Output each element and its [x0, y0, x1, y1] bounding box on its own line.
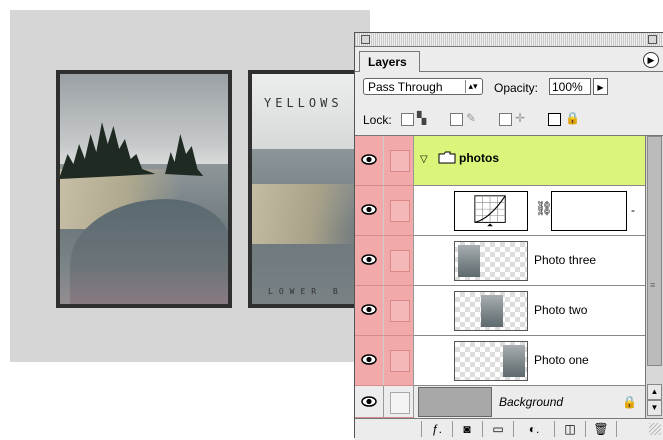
link-toggle[interactable]	[384, 186, 414, 236]
visibility-toggle[interactable]	[355, 336, 384, 386]
blend-controls: Pass Through ▴▾ Opacity: 100% ▶	[355, 73, 663, 103]
eye-icon	[361, 396, 377, 407]
disclosure-triangle-icon[interactable]: ▽	[420, 154, 428, 165]
link-toggle[interactable]	[384, 136, 414, 186]
layer-name: Photo three	[534, 253, 597, 267]
opacity-input[interactable]: 100%	[549, 78, 591, 95]
eye-icon	[361, 254, 377, 265]
eye-icon	[361, 154, 377, 165]
blend-mode-select[interactable]: Pass Through ▴▾	[363, 78, 483, 95]
layer-row[interactable]: Photo two	[414, 286, 645, 336]
select-arrows-icon: ▴▾	[465, 80, 480, 93]
layer-name: Photo two	[534, 303, 588, 317]
panel-tab-row: Layers ▶	[355, 47, 663, 72]
visibility-toggle[interactable]	[355, 186, 384, 236]
visibility-toggle[interactable]	[355, 386, 384, 418]
layer-mask-thumbnail[interactable]	[551, 191, 627, 231]
lock-icon: 🔒	[565, 111, 580, 125]
adjustment-layer-row[interactable]: ⛓ -	[414, 186, 645, 236]
trash-icon[interactable]: 🗑	[586, 421, 617, 437]
add-mask-icon[interactable]: ◙	[452, 421, 483, 437]
scroll-up-icon[interactable]: ▲	[647, 384, 662, 400]
photo-frame-one	[56, 70, 232, 308]
layers-scrollbar[interactable]: ≡ ▲ ▼	[645, 136, 663, 418]
transparency-grid-icon: ▚	[417, 111, 427, 125]
background-layer-name: Background	[499, 395, 564, 409]
layer-group-row[interactable]: ▽ photos	[414, 136, 645, 186]
lock-image-checkbox[interactable]	[450, 113, 463, 126]
brush-icon: ✎	[466, 111, 477, 125]
scroll-thumb[interactable]	[647, 136, 662, 366]
lock-icon: 🔒	[622, 395, 637, 409]
link-toggle[interactable]	[384, 286, 414, 336]
group-name: photos	[459, 151, 499, 165]
lock-label: Lock:	[363, 113, 392, 127]
eye-icon	[361, 204, 377, 215]
lock-transparency-checkbox[interactable]	[401, 113, 414, 126]
opacity-slider-arrow-icon[interactable]: ▶	[593, 78, 608, 95]
layer-thumbnail	[454, 241, 528, 281]
lock-position-checkbox[interactable]	[499, 113, 512, 126]
lock-all-checkbox[interactable]	[548, 113, 561, 126]
visibility-toggle[interactable]	[355, 236, 384, 286]
document-canvas[interactable]: YELLOWS LOWER B	[10, 10, 378, 362]
new-adjustment-layer-icon[interactable]: ◐.	[514, 421, 555, 437]
move-icon: ✛	[515, 111, 526, 125]
layer-row[interactable]: Photo one	[414, 336, 645, 386]
tab-layers[interactable]: Layers	[359, 51, 420, 72]
grip-icon: ≡	[650, 280, 656, 290]
resize-grip-icon[interactable]	[649, 423, 661, 435]
background-thumbnail	[418, 387, 492, 417]
folder-icon	[438, 151, 456, 164]
background-layer-row[interactable]: Background 🔒	[414, 386, 645, 418]
scroll-down-icon[interactable]: ▼	[647, 400, 662, 416]
curves-adjustment-icon	[454, 191, 528, 231]
lock-row: Lock: ▚ ✎ ✛ 🔒	[355, 105, 663, 136]
visibility-toggle[interactable]	[355, 286, 384, 336]
link-toggle[interactable]	[384, 386, 414, 418]
layer-thumbnail	[454, 291, 528, 331]
panel-menu-icon[interactable]: ▶	[643, 52, 659, 68]
new-layer-icon[interactable]: ◫	[555, 421, 586, 437]
photo-caption: YELLOWS	[264, 96, 343, 110]
close-box-icon[interactable]	[361, 35, 370, 44]
blend-mode-value: Pass Through	[368, 80, 443, 94]
visibility-toggle[interactable]	[355, 136, 384, 186]
layers-panel: Layers ▶ Pass Through ▴▾ Opacity: 100% ▶…	[354, 32, 663, 440]
opacity-label: Opacity:	[494, 81, 539, 95]
photo-subcaption: LOWER B	[268, 287, 344, 296]
eye-icon	[361, 304, 377, 315]
eye-icon	[361, 354, 377, 365]
layer-row[interactable]: Photo three	[414, 236, 645, 286]
panel-bottom-bar: ƒ. ◙ ▭ ◐. ◫ 🗑	[355, 418, 663, 440]
layers-list: ▽ photos ⛓ - Photo three Photo two Photo…	[355, 136, 645, 418]
layer-name: Photo one	[534, 353, 589, 367]
collapse-box-icon[interactable]	[648, 35, 657, 44]
layer-style-icon[interactable]: ƒ.	[421, 421, 453, 437]
link-toggle[interactable]	[384, 236, 414, 286]
link-toggle[interactable]	[384, 336, 414, 386]
panel-title-bar[interactable]	[355, 33, 663, 47]
new-group-folder-icon[interactable]: ▭	[483, 421, 514, 437]
layer-thumbnail	[454, 341, 528, 381]
